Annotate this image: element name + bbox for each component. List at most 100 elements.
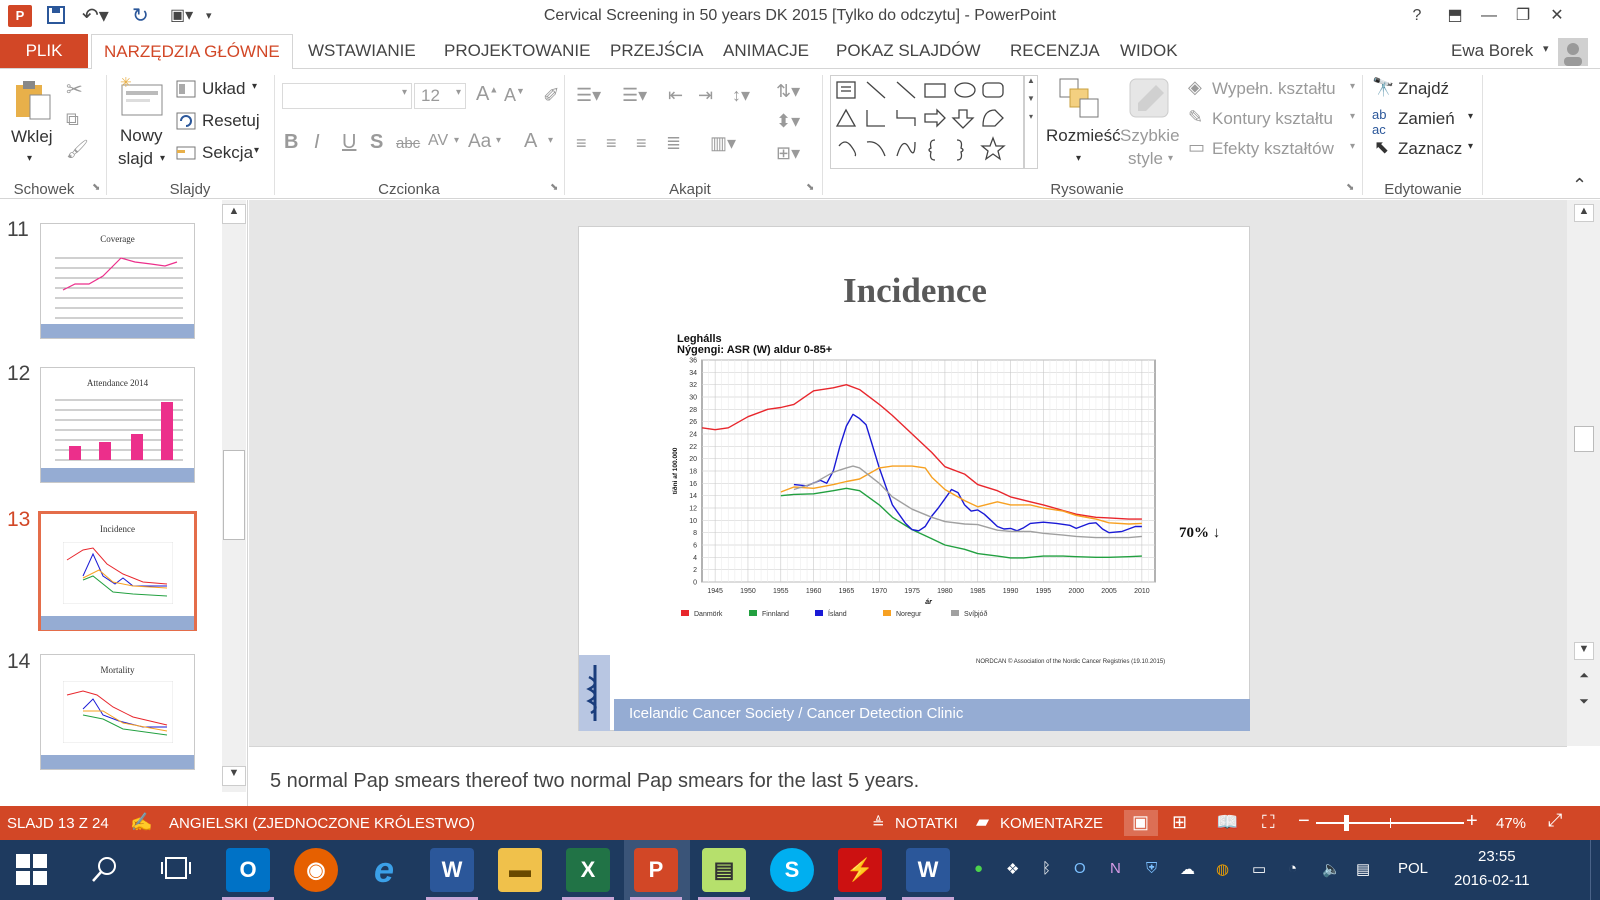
increase-indent-icon[interactable]: ⇥ xyxy=(698,85,713,106)
avatar[interactable] xyxy=(1558,38,1588,66)
fit-slide-icon[interactable]: ⤢ xyxy=(1548,810,1562,831)
paste-icon[interactable] xyxy=(12,77,52,126)
dropbox-icon[interactable]: ❖ xyxy=(1006,860,1019,878)
reset-icon[interactable] xyxy=(176,112,196,135)
notes-text[interactable]: 5 normal Pap smears thereof two normal P… xyxy=(270,770,919,793)
comments-toggle[interactable]: KOMENTARZE xyxy=(1000,815,1103,832)
quick-styles-label-1[interactable]: Szybkie xyxy=(1120,126,1180,146)
slide-thumbnail-14[interactable]: Mortality xyxy=(40,654,195,770)
clock-time[interactable]: 23:55 xyxy=(1478,848,1516,865)
grow-font-icon[interactable]: A▲ xyxy=(476,83,498,106)
align-right-icon[interactable]: ≡ xyxy=(636,133,647,154)
replace-icon[interactable]: ab ac xyxy=(1372,107,1386,137)
tab-animations[interactable]: ANIMACJE xyxy=(723,41,809,61)
ribbon-options-icon[interactable]: ⬒ xyxy=(1438,3,1472,29)
outlook-icon[interactable]: O xyxy=(226,848,270,892)
font-launcher-icon[interactable]: ⬊ xyxy=(550,182,558,193)
bullets-icon[interactable]: ☰▾ xyxy=(576,85,601,106)
tab-slideshow[interactable]: POKAZ SLAJDÓW xyxy=(836,41,981,61)
security-tray-icon[interactable]: ⛨ xyxy=(1146,860,1157,877)
bluetooth-icon[interactable]: ᛒ xyxy=(1042,860,1051,877)
previous-slide-icon[interactable]: ⏶ xyxy=(1574,668,1594,683)
new-slide-label-2[interactable]: slajd xyxy=(118,149,153,169)
decrease-indent-icon[interactable]: ⇤ xyxy=(668,85,683,106)
next-slide-icon[interactable]: ⏷ xyxy=(1574,694,1594,709)
skype-icon[interactable]: S xyxy=(770,848,814,892)
line-spacing-icon[interactable]: ↕▾ xyxy=(732,85,750,106)
slide-thumbnail-13[interactable]: Incidence xyxy=(38,511,197,631)
underline-button[interactable]: U xyxy=(342,131,356,154)
clear-formatting-icon[interactable]: ✐ xyxy=(543,83,560,108)
task-view-icon[interactable] xyxy=(160,856,192,887)
arrange-button[interactable]: Rozmieść xyxy=(1046,126,1121,146)
slide-canvas[interactable]: Incidence 0 2 4 6 8 10 12 14 16 18 20 22 24 26 28 30 32 3… xyxy=(578,226,1250,731)
user-name[interactable]: Ewa Borek xyxy=(1451,41,1533,61)
zoom-in-button[interactable]: + xyxy=(1466,810,1478,833)
reading-view-icon[interactable]: 📖 xyxy=(1216,812,1238,833)
clipboard-launcher-icon[interactable]: ⬊ xyxy=(92,182,100,193)
replace-button[interactable]: Zamień xyxy=(1398,109,1455,129)
change-case-button[interactable]: Aa xyxy=(468,131,491,153)
notes-toggle-icon[interactable]: ≜ xyxy=(872,814,885,832)
copy-icon[interactable]: ⧉ xyxy=(66,109,79,130)
shape-fill-button[interactable]: Wypełn. kształtu xyxy=(1212,79,1336,99)
powerpoint-icon[interactable]: P xyxy=(634,848,678,892)
zoom-out-button[interactable]: − xyxy=(1298,810,1310,833)
layout-dropdown-icon[interactable]: ▾ xyxy=(252,81,257,92)
select-dropdown-icon[interactable]: ▾ xyxy=(1468,141,1473,152)
input-language[interactable]: POL xyxy=(1398,860,1428,877)
search-icon[interactable] xyxy=(90,854,120,889)
font-name-input[interactable] xyxy=(282,83,412,109)
shape-effects-button[interactable]: Efekty kształtów xyxy=(1212,139,1334,159)
zoom-slider[interactable] xyxy=(1316,815,1464,831)
user-dropdown-icon[interactable]: ▾ xyxy=(1543,42,1549,55)
firefox-icon[interactable]: ◉ xyxy=(294,848,338,892)
paste-button[interactable]: Wklej xyxy=(11,127,53,147)
paragraph-launcher-icon[interactable]: ⬊ xyxy=(806,182,814,193)
outlook-tray-icon[interactable]: O xyxy=(1074,860,1086,877)
find-button[interactable]: Znajdź xyxy=(1398,79,1449,99)
scroll-up-icon[interactable]: ▲ xyxy=(222,204,246,224)
new-slide-icon[interactable]: ✳ xyxy=(120,74,164,122)
shrink-font-icon[interactable]: A▼ xyxy=(504,85,525,106)
slide-thumbnail-11[interactable]: Coverage xyxy=(40,223,195,339)
find-icon[interactable]: 🔭 xyxy=(1372,77,1394,98)
change-case-dropdown-icon[interactable]: ▾ xyxy=(496,135,501,146)
quick-styles-label-2[interactable]: style xyxy=(1128,149,1163,169)
tray-app-icon[interactable]: ● xyxy=(974,860,983,877)
slide-counter[interactable]: SLAJD 13 Z 24 xyxy=(7,815,109,832)
section-button[interactable]: Sekcja xyxy=(202,143,253,163)
excel-icon[interactable]: X xyxy=(566,848,610,892)
font-name-dropdown-icon[interactable]: ▾ xyxy=(402,87,407,98)
slides-pane-scrollbar[interactable]: ▲ ▼ xyxy=(222,200,246,792)
arrange-dropdown-icon[interactable]: ▾ xyxy=(1076,153,1081,164)
shapes-gallery[interactable] xyxy=(830,75,1024,169)
start-button[interactable] xyxy=(16,854,48,891)
notes-icon[interactable]: ▤ xyxy=(702,848,746,892)
word-icon[interactable]: W xyxy=(430,848,474,892)
word-2-icon[interactable]: W xyxy=(906,848,950,892)
shape-effects-icon[interactable]: ▭ xyxy=(1188,137,1205,158)
shape-outline-button[interactable]: Kontury kształtu xyxy=(1212,109,1333,129)
arrange-icon[interactable] xyxy=(1058,77,1100,124)
spelling-icon[interactable]: ✍ xyxy=(130,812,152,833)
collapse-ribbon-icon[interactable]: ⌃ xyxy=(1572,175,1587,196)
scroll-up-icon[interactable]: ▲ xyxy=(1574,204,1594,222)
char-spacing-dropdown-icon[interactable]: ▾ xyxy=(454,135,459,146)
action-center-icon[interactable]: ▤ xyxy=(1356,860,1370,878)
new-slide-label-1[interactable]: Nowy xyxy=(120,126,163,146)
layout-button[interactable]: Układ xyxy=(202,79,245,99)
align-left-icon[interactable]: ≡ xyxy=(576,133,587,154)
font-color-button[interactable]: A xyxy=(524,130,537,153)
comments-toggle-icon[interactable]: ▰ xyxy=(976,812,989,832)
quick-styles-icon[interactable] xyxy=(1128,77,1170,124)
battery-icon[interactable]: ▭ xyxy=(1252,860,1266,878)
volume-icon[interactable]: 🔈 xyxy=(1322,860,1341,878)
acrobat-icon[interactable]: ⚡ xyxy=(838,848,882,892)
scroll-thumb[interactable] xyxy=(1574,426,1594,452)
tab-file[interactable]: PLIK xyxy=(0,34,88,68)
minimize-button[interactable]: — xyxy=(1472,3,1506,29)
editor-scrollbar[interactable]: ▲ ▼ ⏶ ⏷ xyxy=(1567,200,1600,746)
shape-fill-icon[interactable]: ◈ xyxy=(1188,77,1202,98)
paste-dropdown-icon[interactable]: ▾ xyxy=(27,153,32,164)
